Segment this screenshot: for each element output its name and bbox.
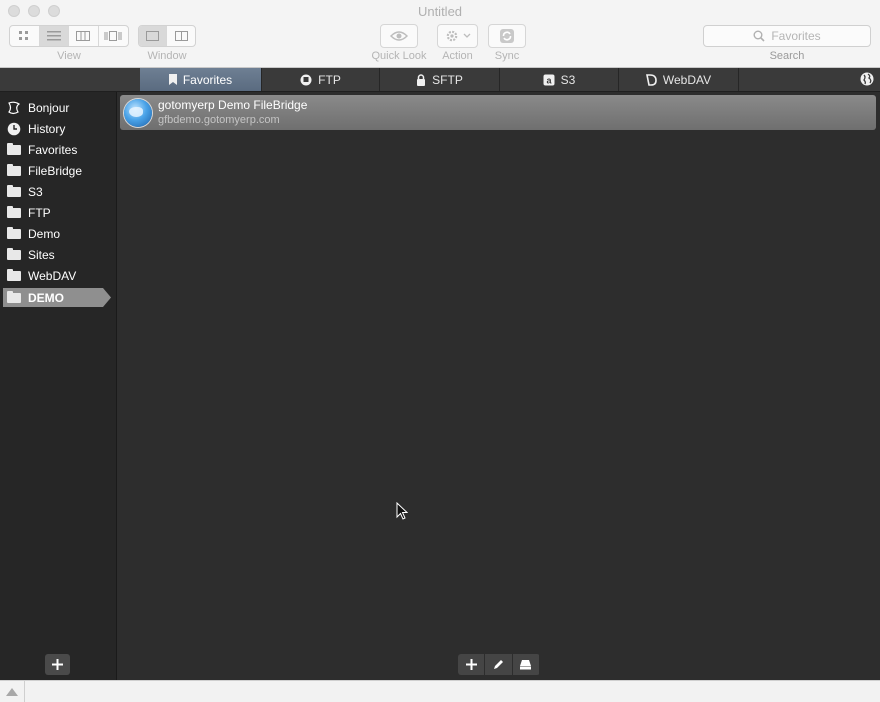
search-icon (753, 30, 765, 42)
search-label: Search (769, 50, 805, 62)
sidebar: Bonjour History Favorites FileBridge S3 … (0, 92, 117, 680)
sidebar-item-sites[interactable]: Sites (0, 245, 117, 264)
drive-icon (520, 660, 532, 670)
sidebar-item-label: S3 (28, 184, 43, 199)
single-pane-icon (146, 31, 159, 41)
coverflow-view-button[interactable] (99, 26, 128, 46)
triangle-up-icon[interactable] (6, 688, 18, 696)
sidebar-item-favorites[interactable]: Favorites (0, 140, 117, 159)
bookmark-icon (168, 74, 177, 85)
single-pane-button[interactable] (139, 26, 167, 46)
view-label: View (57, 50, 81, 62)
sidebar-item-label: FTP (28, 205, 51, 220)
ftp-icon (300, 74, 312, 85)
tab-label: SFTP (432, 72, 463, 87)
tab-favorites[interactable]: Favorites (140, 68, 262, 91)
sidebar-item-label: Favorites (28, 142, 78, 157)
grid-icon (19, 31, 29, 40)
amazon-s3-icon: a (543, 74, 555, 85)
action-label: Action (442, 50, 473, 62)
sidebar-item-s3[interactable]: S3 (0, 182, 117, 201)
lock-icon (417, 73, 426, 86)
sidebar-item-label: History (28, 121, 66, 136)
globe-icon (124, 98, 152, 127)
bookmark-name: gotomyerp Demo FileBridge (158, 97, 308, 112)
plus-icon (52, 659, 63, 670)
bonjour-icon (8, 101, 21, 114)
sidebar-item-label: Demo (28, 226, 61, 241)
list-icon (46, 31, 61, 41)
dual-pane-icon (174, 31, 188, 41)
bookmark-host: gfbdemo.gotomyerp.com (158, 113, 280, 126)
column-view-button[interactable] (69, 26, 99, 46)
folder-icon (7, 226, 21, 239)
clock-icon (7, 122, 21, 135)
webdav-icon (645, 73, 657, 86)
edit-bookmark-button[interactable] (485, 654, 512, 675)
status-bar (0, 680, 880, 702)
bookmark-tools (458, 654, 540, 675)
mouse-cursor-icon (396, 502, 408, 520)
folder-icon (7, 142, 21, 155)
window-label: Window (147, 50, 187, 62)
chevron-down-icon (463, 33, 470, 38)
tab-label: Favorites (182, 72, 233, 87)
search-field[interactable]: Favorites (703, 25, 871, 47)
action-button[interactable] (437, 24, 478, 48)
view-mode-control[interactable] (9, 25, 129, 47)
sidebar-item-history[interactable]: History (0, 119, 117, 138)
folder-icon (7, 205, 21, 218)
bookmark-row[interactable]: gotomyerp Demo FileBridge gfbdemo.gotomy… (120, 95, 876, 130)
sidebar-item-label: FileBridge (28, 163, 83, 178)
tab-s3[interactable]: a S3 (500, 68, 619, 91)
columns-icon (76, 31, 91, 41)
bookmark-list: gotomyerp Demo FileBridge gfbdemo.gotomy… (117, 92, 880, 680)
sidebar-item-label: Sites (28, 247, 55, 262)
tab-label: S3 (560, 72, 576, 87)
sidebar-item-ftp[interactable]: FTP (0, 203, 117, 222)
folder-icon (7, 268, 21, 281)
pencil-icon (494, 659, 504, 669)
sync-icon (500, 29, 514, 43)
eye-icon (390, 31, 408, 41)
tab-ftp[interactable]: FTP (262, 68, 380, 91)
protocol-tab-bar: Favorites FTP SFTP a S3 WebDAV (0, 68, 880, 92)
window-toolbar: Untitled View Window Quick Look Action S… (0, 0, 880, 68)
add-folder-button[interactable] (45, 654, 70, 675)
folder-icon (7, 290, 21, 303)
coverflow-icon (104, 31, 122, 41)
sidebar-item-bonjour[interactable]: Bonjour (0, 98, 117, 117)
delete-bookmark-button[interactable] (512, 654, 539, 675)
window-title: Untitled (417, 4, 463, 19)
sidebar-item-demo-selected[interactable]: DEMO (3, 288, 111, 307)
quick-look-label: Quick Look (371, 50, 427, 62)
window-layout-control[interactable] (138, 25, 196, 47)
quick-look-button[interactable] (380, 24, 418, 48)
dual-pane-button[interactable] (167, 26, 195, 46)
plus-icon (465, 659, 477, 670)
sidebar-item-demo[interactable]: Demo (0, 224, 117, 243)
tab-label: FTP (318, 72, 341, 87)
add-bookmark-button[interactable] (458, 654, 485, 675)
list-view-button[interactable] (39, 26, 69, 46)
tab-label: WebDAV (662, 72, 712, 87)
sidebar-item-webdav[interactable]: WebDAV (0, 266, 117, 285)
bookmark-text: gotomyerp Demo FileBridge gfbdemo.gotomy… (158, 98, 307, 128)
sync-label: Sync (494, 50, 520, 62)
sidebar-item-label: Bonjour (28, 100, 70, 115)
folder-icon (7, 184, 21, 197)
icon-view-button[interactable] (10, 26, 40, 46)
status-divider (24, 681, 25, 702)
search-placeholder: Favorites (771, 29, 821, 43)
tab-sftp[interactable]: SFTP (380, 68, 500, 91)
sync-button[interactable] (488, 24, 526, 48)
tab-webdav[interactable]: WebDAV (619, 68, 739, 91)
sidebar-item-label: WebDAV (28, 268, 77, 283)
sidebar-item-label: DEMO (28, 290, 64, 305)
folder-icon (7, 163, 21, 176)
globe-icon[interactable] (860, 72, 874, 86)
sidebar-item-filebridge[interactable]: FileBridge (0, 161, 117, 180)
folder-icon (7, 247, 21, 260)
gear-icon (446, 30, 457, 42)
